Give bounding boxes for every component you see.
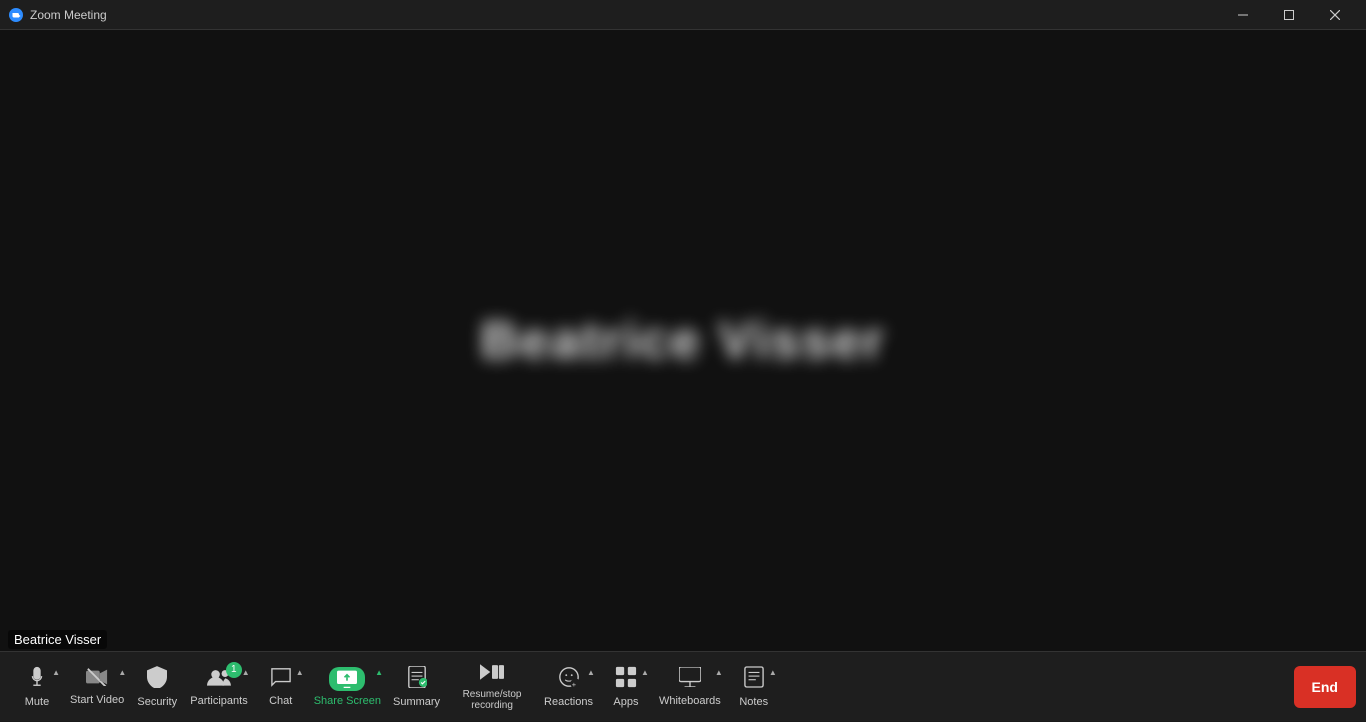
participants-button[interactable]: 1 Participants ▲	[184, 652, 253, 722]
mute-button[interactable]: Mute ▲	[10, 652, 64, 722]
window-title: Zoom Meeting	[30, 8, 1220, 22]
video-icon	[86, 668, 108, 690]
chat-caret[interactable]: ▲	[296, 668, 304, 677]
reactions-label: Reactions	[544, 696, 593, 708]
resume-stop-label: Resume/stop recording	[452, 689, 532, 711]
zoom-icon	[8, 7, 24, 23]
whiteboards-label: Whiteboards	[659, 695, 721, 707]
chat-icon	[270, 667, 292, 691]
svg-text:+: +	[571, 680, 575, 688]
start-video-label: Start Video	[70, 694, 124, 706]
participant-name-label: Beatrice Visser	[8, 630, 107, 649]
notes-label: Notes	[739, 696, 768, 708]
security-label: Security	[137, 696, 177, 708]
reactions-icon: +	[558, 666, 580, 692]
resume-stop-recording-button[interactable]: Resume/stop recording	[446, 652, 538, 722]
close-button[interactable]	[1312, 0, 1358, 30]
reactions-caret[interactable]: ▲	[587, 668, 595, 677]
chat-button[interactable]: Chat ▲	[254, 652, 308, 722]
participants-label: Participants	[190, 695, 247, 707]
whiteboards-icon	[679, 667, 701, 691]
security-button[interactable]: Security	[130, 652, 184, 722]
video-caret[interactable]: ▲	[118, 668, 126, 677]
whiteboards-caret[interactable]: ▲	[715, 668, 723, 677]
summary-button[interactable]: Summary	[387, 652, 446, 722]
share-screen-label: Share Screen	[314, 695, 381, 707]
mute-caret[interactable]: ▲	[52, 668, 60, 677]
share-screen-icon	[329, 667, 365, 691]
reactions-button[interactable]: + Reactions ▲	[538, 652, 599, 722]
title-bar: Zoom Meeting	[0, 0, 1366, 30]
apps-label: Apps	[613, 696, 638, 708]
notes-icon	[744, 666, 764, 692]
mute-label: Mute	[25, 696, 49, 708]
toolbar-left: Mute ▲ Start Video ▲ Security	[10, 652, 781, 722]
window-controls	[1220, 0, 1358, 30]
summary-label: Summary	[393, 696, 440, 708]
mute-icon	[26, 666, 48, 692]
summary-icon	[407, 666, 427, 692]
chat-label: Chat	[269, 695, 292, 707]
security-icon	[147, 666, 167, 692]
participant-video-name: Beatrice Visser	[481, 311, 886, 371]
toolbar: Mute ▲ Start Video ▲ Security	[0, 651, 1366, 721]
minimize-button[interactable]	[1220, 0, 1266, 30]
apps-icon	[615, 666, 637, 692]
participants-caret[interactable]: ▲	[242, 668, 250, 677]
apps-button[interactable]: Apps ▲	[599, 652, 653, 722]
participants-count-badge: 1	[226, 662, 242, 678]
recording-icon	[480, 663, 504, 685]
restore-button[interactable]	[1266, 0, 1312, 30]
share-screen-caret[interactable]: ▲	[375, 668, 383, 677]
start-video-button[interactable]: Start Video ▲	[64, 652, 130, 722]
main-video-area: Beatrice Visser	[0, 30, 1366, 651]
whiteboards-button[interactable]: Whiteboards ▲	[653, 652, 727, 722]
apps-caret[interactable]: ▲	[641, 668, 649, 677]
notes-button[interactable]: Notes ▲	[727, 652, 781, 722]
toolbar-right: End	[1294, 666, 1356, 708]
notes-caret[interactable]: ▲	[769, 668, 777, 677]
share-screen-button[interactable]: Share Screen ▲	[308, 652, 387, 722]
end-button[interactable]: End	[1294, 666, 1356, 708]
